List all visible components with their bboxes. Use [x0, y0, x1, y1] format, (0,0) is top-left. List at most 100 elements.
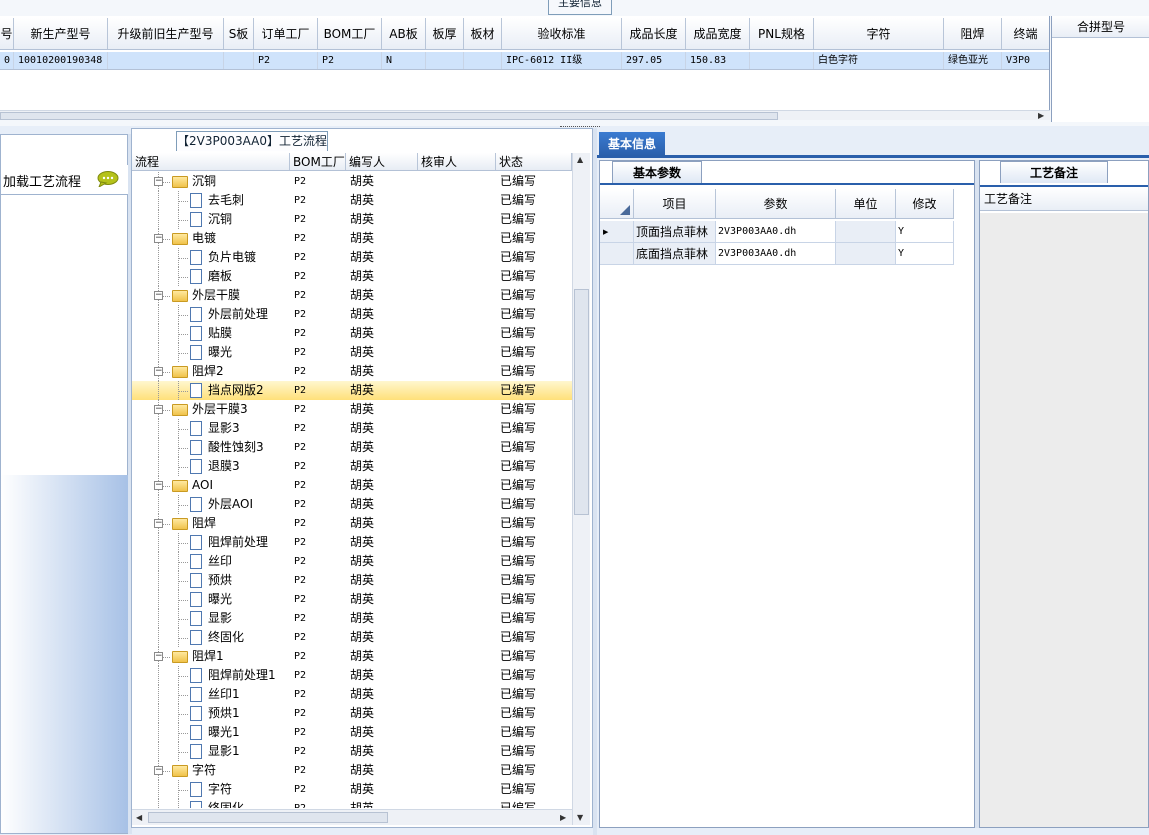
- tree-node[interactable]: 酸性蚀刻3: [132, 438, 290, 457]
- col-header-reviewer[interactable]: 核审人: [418, 153, 496, 170]
- tree-step-row[interactable]: 终固化 P2 胡英 已编写: [132, 628, 572, 647]
- tree-node[interactable]: − 字符: [132, 761, 290, 780]
- tree-node[interactable]: 贴膜: [132, 324, 290, 343]
- top-col-header[interactable]: 阻焊: [944, 18, 1002, 49]
- process-tree-vscrollbar[interactable]: ▲ ▼: [572, 153, 590, 825]
- param-item-cell[interactable]: 顶面挡点菲林: [634, 221, 716, 242]
- top-col-header[interactable]: AB板: [382, 18, 426, 49]
- top-col-header[interactable]: S板: [224, 18, 254, 49]
- top-data-cell[interactable]: 10010200190348: [14, 52, 108, 69]
- col-header-bom-factory[interactable]: BOM工厂: [290, 153, 346, 170]
- basic-info-tab[interactable]: 基本信息: [599, 132, 665, 156]
- scroll-right-icon[interactable]: ▶: [1038, 111, 1044, 120]
- tree-node[interactable]: 字符: [132, 780, 290, 799]
- tree-group-row[interactable]: − 外层干膜 P2 胡英 已编写: [132, 286, 572, 305]
- scroll-right-icon[interactable]: ▶: [560, 813, 566, 822]
- tree-node[interactable]: − 阻焊1: [132, 647, 290, 666]
- top-data-cell[interactable]: [224, 52, 254, 69]
- top-data-cell[interactable]: 0: [0, 52, 14, 69]
- tree-node[interactable]: 外层前处理: [132, 305, 290, 324]
- tree-step-row[interactable]: 终固化 P2 胡英 已编写: [132, 799, 572, 808]
- main-info-hscrollbar[interactable]: ▶: [0, 110, 1050, 120]
- col-header-item[interactable]: 项目: [634, 189, 716, 218]
- tree-step-row[interactable]: 曝光 P2 胡英 已编写: [132, 343, 572, 362]
- tree-node[interactable]: 去毛刺: [132, 191, 290, 210]
- collapse-icon[interactable]: −: [154, 234, 163, 243]
- top-data-cell[interactable]: IPC-6012 II级: [502, 52, 622, 69]
- top-col-header[interactable]: 板材: [464, 18, 502, 49]
- tree-node[interactable]: 显影1: [132, 742, 290, 761]
- tree-node[interactable]: 挡点网版2: [132, 381, 290, 400]
- tree-node[interactable]: 曝光1: [132, 723, 290, 742]
- top-col-header[interactable]: 新生产型号: [14, 18, 108, 49]
- process-flow-tab[interactable]: 【2V3P003AA0】工艺流程: [176, 131, 328, 151]
- top-col-header[interactable]: 升级前旧生产型号: [108, 18, 224, 49]
- param-unit-cell[interactable]: [836, 221, 896, 242]
- tree-group-row[interactable]: − 外层干膜3 P2 胡英 已编写: [132, 400, 572, 419]
- main-info-data-row[interactable]: 0 10010200190348 P2 P2 N IPC-6012 II级 297.05 15…: [0, 52, 1049, 70]
- param-item-cell[interactable]: 底面挡点菲林: [634, 243, 716, 264]
- tree-node[interactable]: 阻焊前处理: [132, 533, 290, 552]
- tree-step-row[interactable]: 外层AOI P2 胡英 已编写: [132, 495, 572, 514]
- param-modify-cell[interactable]: Y: [896, 243, 954, 264]
- tree-node[interactable]: − AOI: [132, 476, 290, 495]
- tree-group-row[interactable]: − 阻焊 P2 胡英 已编写: [132, 514, 572, 533]
- tree-node[interactable]: 曝光: [132, 343, 290, 362]
- top-data-cell[interactable]: [108, 52, 224, 69]
- top-data-cell[interactable]: [426, 52, 464, 69]
- top-data-cell[interactable]: 297.05: [622, 52, 686, 69]
- tree-group-row[interactable]: − 阻焊1 P2 胡英 已编写: [132, 647, 572, 666]
- tree-step-row[interactable]: 显影1 P2 胡英 已编写: [132, 742, 572, 761]
- top-col-header[interactable]: 字符: [814, 18, 944, 49]
- top-col-header[interactable]: 成品宽度: [686, 18, 750, 49]
- param-value-cell[interactable]: 2V3P003AA0.dh: [716, 243, 836, 264]
- collapse-icon[interactable]: −: [154, 367, 163, 376]
- process-tree-hscroll-thumb[interactable]: [148, 812, 388, 823]
- tree-step-row[interactable]: 丝印 P2 胡英 已编写: [132, 552, 572, 571]
- process-notes-tab[interactable]: 工艺备注: [1000, 161, 1108, 183]
- tree-step-row[interactable]: 退膜3 P2 胡英 已编写: [132, 457, 572, 476]
- top-data-cell[interactable]: 白色字符: [814, 52, 944, 69]
- param-row[interactable]: ▶ 顶面挡点菲林 2V3P003AA0.dh Y: [600, 221, 954, 243]
- top-col-header[interactable]: 订单工厂: [254, 18, 318, 49]
- tree-step-row[interactable]: 磨板 P2 胡英 已编写: [132, 267, 572, 286]
- col-header-param[interactable]: 参数: [716, 189, 836, 218]
- col-header-modify[interactable]: 修改: [896, 189, 954, 218]
- top-data-cell[interactable]: [750, 52, 814, 69]
- tree-node[interactable]: 阻焊前处理1: [132, 666, 290, 685]
- tree-node[interactable]: 丝印1: [132, 685, 290, 704]
- tree-node[interactable]: 磨板: [132, 267, 290, 286]
- tree-node[interactable]: 退膜3: [132, 457, 290, 476]
- tree-step-row[interactable]: 预烘1 P2 胡英 已编写: [132, 704, 572, 723]
- top-data-cell[interactable]: P2: [254, 52, 318, 69]
- top-data-cell[interactable]: V3P0: [1002, 52, 1049, 69]
- col-header-writer[interactable]: 编写人: [346, 153, 418, 170]
- tree-step-row[interactable]: 挡点网版2 P2 胡英 已编写: [132, 381, 572, 400]
- tree-step-row[interactable]: 阻焊前处理 P2 胡英 已编写: [132, 533, 572, 552]
- top-col-header[interactable]: 号: [0, 18, 14, 49]
- tree-step-row[interactable]: 外层前处理 P2 胡英 已编写: [132, 305, 572, 324]
- tree-node[interactable]: − 阻焊: [132, 514, 290, 533]
- tree-node[interactable]: − 电镀: [132, 229, 290, 248]
- tree-step-row[interactable]: 负片电镀 P2 胡英 已编写: [132, 248, 572, 267]
- tree-step-row[interactable]: 曝光1 P2 胡英 已编写: [132, 723, 572, 742]
- process-tree-hscrollbar[interactable]: ◀ ▶: [132, 809, 572, 825]
- tree-node[interactable]: − 外层干膜: [132, 286, 290, 305]
- tree-node[interactable]: − 沉铜: [132, 172, 290, 191]
- tree-node[interactable]: 终固化: [132, 799, 290, 808]
- tree-step-row[interactable]: 预烘 P2 胡英 已编写: [132, 571, 572, 590]
- top-col-header[interactable]: BOM工厂: [318, 18, 382, 49]
- top-col-header[interactable]: PNL规格: [750, 18, 814, 49]
- top-data-cell[interactable]: P2: [318, 52, 382, 69]
- tree-node[interactable]: 丝印: [132, 552, 290, 571]
- main-info-hscroll-thumb[interactable]: [0, 112, 778, 120]
- process-notes-body[interactable]: [980, 213, 1148, 827]
- tree-node[interactable]: 曝光: [132, 590, 290, 609]
- row-selector[interactable]: [600, 243, 634, 264]
- tree-step-row[interactable]: 阻焊前处理1 P2 胡英 已编写: [132, 666, 572, 685]
- tree-node[interactable]: 外层AOI: [132, 495, 290, 514]
- tree-step-row[interactable]: 去毛刺 P2 胡英 已编写: [132, 191, 572, 210]
- row-selector[interactable]: ▶: [600, 221, 634, 242]
- collapse-icon[interactable]: −: [154, 481, 163, 490]
- tree-group-row[interactable]: − 电镀 P2 胡英 已编写: [132, 229, 572, 248]
